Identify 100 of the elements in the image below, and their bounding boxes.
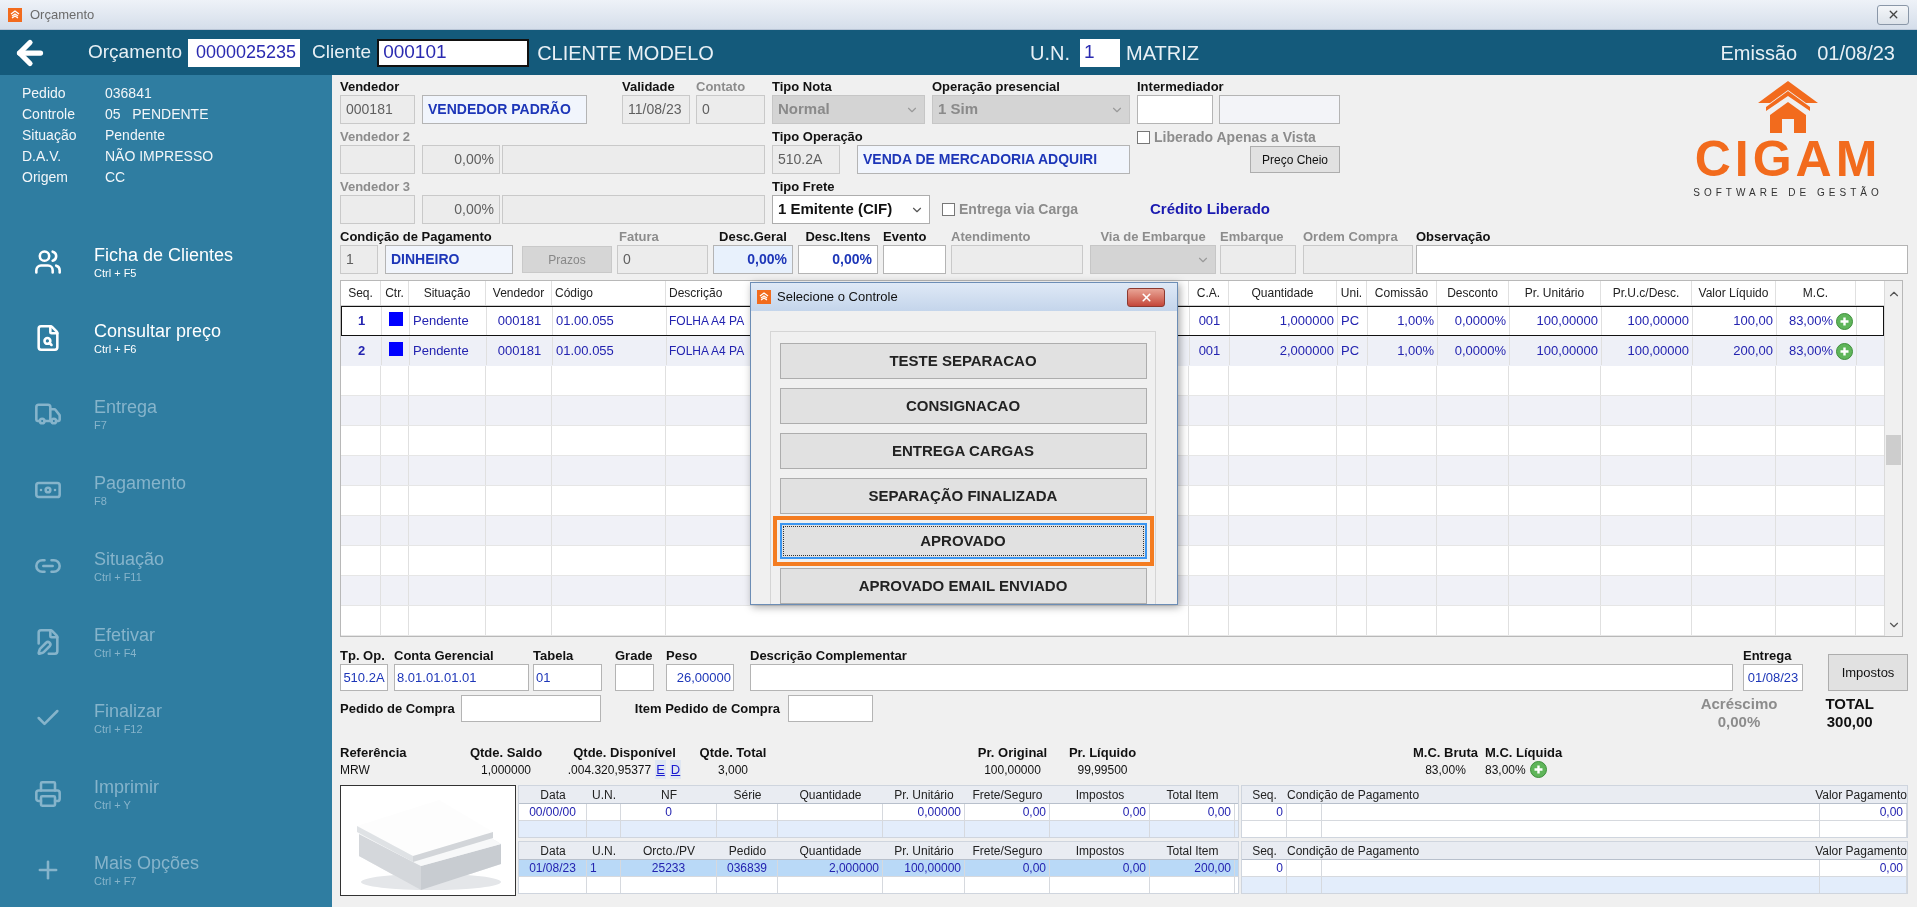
header-label: Cliente	[312, 40, 372, 65]
column-header: Frete/Seguro	[972, 786, 1043, 804]
cell-text: PC	[1341, 342, 1360, 361]
client-name: CLIENTE MODELO	[537, 40, 714, 66]
cell-text: Pendente	[413, 312, 469, 331]
item-label: Finalizar	[94, 700, 163, 722]
cell-text: 0,00000	[917, 804, 961, 821]
cell-text: 200,00	[1733, 342, 1773, 361]
item-label: Entrega	[94, 396, 158, 418]
item-label: Consultar preço	[94, 320, 222, 342]
column-header: Data	[540, 786, 566, 804]
field-label: Operação presencial	[932, 79, 1060, 95]
cell-text: 01.00.055	[556, 342, 614, 361]
summary-label: Qtde. Saldo	[469, 744, 543, 761]
field-label: Conta Gerencial	[394, 648, 495, 664]
info-value: CC	[105, 168, 126, 187]
cell-text: 2	[357, 342, 366, 361]
surcharge-value: 0,00%	[1717, 713, 1761, 731]
cell-text: 2,000000	[828, 860, 879, 877]
field-label: Condição de Pagamento	[340, 229, 493, 245]
cell-text: 01.00.055	[556, 312, 614, 331]
total-value: 300,00	[1826, 713, 1873, 731]
summary-value: 83,00%	[1485, 761, 1526, 779]
shortcut-text: Ctrl + F11	[94, 570, 143, 584]
field-label: Tipo Frete	[772, 179, 836, 195]
field-label: Entrega	[1743, 648, 1793, 664]
info-value: Pendente	[105, 126, 165, 145]
column-header: Seq.	[1251, 786, 1278, 804]
field-label: Peso	[666, 648, 699, 664]
info-label: D.A.V.	[22, 147, 63, 166]
header-label: Emissão	[1720, 40, 1798, 66]
info-label: Pedido	[22, 84, 67, 103]
cell-text: 100,00000	[1627, 342, 1689, 361]
field-label: Intermediador	[1137, 79, 1225, 95]
logo-tagline: SOFTWARE DE GESTÃO	[1693, 185, 1883, 200]
field-label: Tabela	[533, 648, 575, 664]
shortcut-text: Ctrl + F6	[94, 342, 138, 356]
cell-text: 1,00%	[1397, 342, 1434, 361]
column-header: U.N.	[592, 842, 616, 860]
column-header: Orcto./PV	[643, 842, 695, 860]
summary-label: M.C. Bruta	[1413, 744, 1478, 761]
cell-text: 0,00	[1022, 860, 1046, 877]
summary-value: 3,000	[718, 761, 748, 779]
column-header: Valor Pagamento	[1815, 842, 1907, 860]
column-header: Valor Pagamento	[1815, 786, 1907, 804]
cell-text: Pendente	[413, 342, 469, 361]
field-label: Vendedor	[340, 79, 401, 95]
column-header: Pr. Unitário	[894, 786, 954, 804]
window-title: Orçamento	[30, 5, 95, 24]
summary-value: 100,00000	[984, 761, 1041, 779]
field-label: Item Pedido de Compra	[634, 699, 781, 718]
field-label: Vendedor 2	[340, 129, 412, 145]
cell-text: 00/00/00	[529, 804, 576, 821]
shortcut-text: Ctrl + F4	[94, 646, 138, 660]
shortcut-text: Ctrl + Y	[94, 798, 132, 812]
cell-text: 0,00	[1122, 860, 1146, 877]
cell-text: 83,00%	[1788, 312, 1833, 331]
info-value: NÃO IMPRESSO	[105, 147, 214, 166]
cell-text: 1,000000	[1279, 312, 1334, 331]
cell-text: 100,00000	[1536, 342, 1598, 361]
cell-text: PC	[1341, 312, 1360, 331]
surcharge-label: Acréscimo	[1700, 695, 1778, 713]
header-label: Orçamento	[88, 40, 182, 65]
shortcut-text: F7	[94, 418, 108, 432]
cell-text: 0,00	[1879, 860, 1903, 877]
summary-value: 1,000000	[480, 761, 532, 779]
field-label: Tipo Nota	[772, 79, 833, 95]
field-label: Pedido de Compra	[340, 699, 455, 718]
column-header: NF	[661, 786, 677, 804]
cell-text: 2,000000	[1279, 342, 1334, 361]
field-label: Ordem Compra	[1303, 229, 1399, 245]
unit-name: MATRIZ	[1126, 40, 1199, 66]
shortcut-text: Ctrl + F7	[94, 874, 138, 888]
info-value: 036841	[105, 84, 152, 103]
cell-text: FOLHA A4 PA	[669, 343, 745, 360]
summary-label: M.C. Líquida	[1485, 744, 1563, 761]
item-label: Ficha de Clientes	[94, 244, 234, 266]
cell-text: 200,00	[1194, 860, 1231, 877]
column-header: Impostos	[1075, 842, 1125, 860]
cell-text: 1	[357, 312, 366, 331]
cell-text: 0	[665, 804, 672, 821]
item-label: Efetivar	[94, 624, 156, 646]
issue-date: 01/08/23	[1817, 40, 1895, 66]
shortcut-text: Ctrl + F5	[94, 266, 138, 280]
info-value: 05 PENDENTE	[105, 105, 209, 124]
field-label: Validade	[622, 79, 676, 95]
cell-text: 0,0000%	[1454, 312, 1506, 331]
dialog-title: Selecione o Controle	[777, 288, 898, 307]
cell-text: 100,00000	[904, 860, 961, 877]
summary-label: Pr. Líquido	[1068, 744, 1137, 761]
field-label: Evento	[883, 229, 928, 245]
cell-text: 0,00	[1207, 804, 1231, 821]
cell-text: 000181	[497, 342, 542, 361]
field-label: Via de Embarque	[1099, 229, 1207, 245]
shortcut-text: Ctrl + F12	[94, 722, 144, 736]
item-label: Mais Opções	[94, 852, 200, 874]
column-header: Frete/Seguro	[972, 842, 1043, 860]
field-label: Descrição Complementar	[750, 648, 908, 664]
info-label: Situação	[22, 126, 78, 145]
total-label: TOTAL	[1825, 695, 1874, 713]
